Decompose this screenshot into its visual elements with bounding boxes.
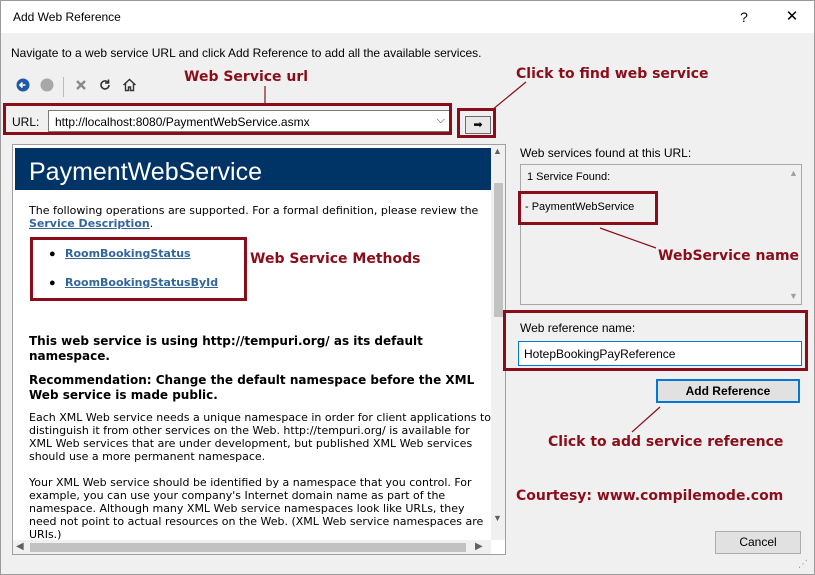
cancel-button[interactable]: Cancel xyxy=(715,531,801,554)
scroll-down-icon[interactable]: ▼ xyxy=(789,291,798,301)
scroll-thumb[interactable] xyxy=(494,183,503,317)
annotation-box-reference xyxy=(503,310,808,371)
refresh-icon[interactable] xyxy=(95,77,115,97)
services-found-list[interactable]: 1 Service Found: - PaymentWebService ▲ ▼ xyxy=(520,164,802,305)
annotation-web-service-methods: Web Service Methods xyxy=(250,251,421,267)
annotation-web-service-url: Web Service url xyxy=(184,69,309,85)
annotation-box-go xyxy=(457,108,496,138)
dialog-title: Add Web Reference xyxy=(13,10,121,24)
service-browser-pane: PaymentWebService The following operatio… xyxy=(12,144,506,555)
resize-grip-icon[interactable]: ⋰ xyxy=(798,559,808,570)
home-icon[interactable] xyxy=(119,77,139,97)
services-scrollbar[interactable]: ▲ ▼ xyxy=(786,165,801,304)
back-icon[interactable] xyxy=(13,77,33,97)
services-found-label: Web services found at this URL: xyxy=(520,146,692,160)
annotation-box-methods xyxy=(30,237,247,301)
namespace-paragraph-1: Each XML Web service needs a unique name… xyxy=(29,411,491,463)
annotation-click-find: Click to find web service xyxy=(516,66,709,82)
annotation-box-url xyxy=(3,103,452,135)
close-button[interactable]: ✕ xyxy=(775,3,809,31)
namespace-heading: This web service is using http://tempuri… xyxy=(29,334,423,363)
browser-horizontal-scrollbar[interactable]: ◀ ▶ xyxy=(13,540,491,554)
add-reference-button[interactable]: Add Reference xyxy=(656,379,800,403)
scroll-down-icon[interactable]: ▼ xyxy=(493,513,502,523)
scroll-thumb[interactable] xyxy=(30,543,466,552)
help-button[interactable]: ? xyxy=(729,3,759,31)
namespace-paragraph-2: Your XML Web service should be identifie… xyxy=(29,476,484,541)
scroll-up-icon[interactable]: ▲ xyxy=(789,168,798,178)
annotation-click-add: Click to add service reference xyxy=(548,434,784,450)
annotation-courtesy: Courtesy: www.compilemode.com xyxy=(516,488,784,504)
scroll-right-icon[interactable]: ▶ xyxy=(475,541,483,552)
cancel-icon[interactable] xyxy=(71,77,91,97)
service-title: PaymentWebService xyxy=(15,148,491,190)
annotation-box-service-name xyxy=(518,191,658,225)
recommendation-heading: Recommendation: Change the default names… xyxy=(29,373,475,402)
scroll-left-icon[interactable]: ◀ xyxy=(16,541,24,552)
operations-intro: The following operations are supported. … xyxy=(29,204,479,230)
toolbar-separator xyxy=(63,77,64,97)
service-description-link[interactable]: Service Description xyxy=(29,217,150,230)
annotation-webservice-name: WebService name xyxy=(658,248,800,264)
stop-icon[interactable] xyxy=(37,77,57,97)
services-count: 1 Service Found: xyxy=(527,171,611,183)
title-bar: Add Web Reference ? ✕ xyxy=(1,1,814,33)
instructions-text: Navigate to a web service URL and click … xyxy=(11,46,482,60)
scroll-up-icon[interactable]: ▲ xyxy=(493,146,502,156)
